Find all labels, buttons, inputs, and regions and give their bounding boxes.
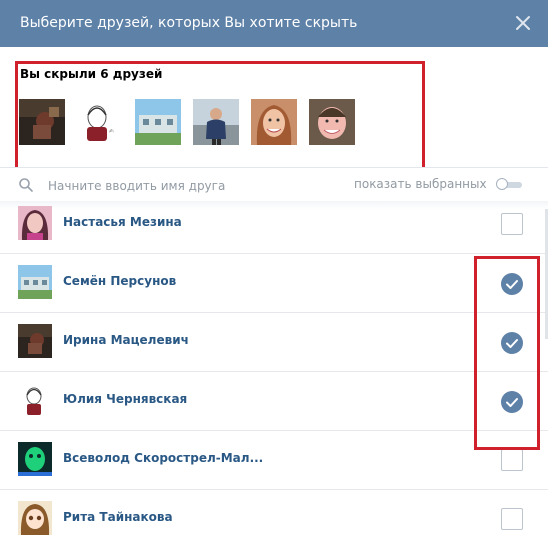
show-selected-toggle[interactable] (496, 178, 524, 191)
modal-header: Выберите друзей, которых Вы хотите скрыт… (0, 0, 548, 47)
friend-name: Ирина Мацелевич (63, 333, 189, 347)
svg-text:✍: ✍ (108, 128, 114, 135)
friend-avatar (18, 501, 52, 535)
friend-checkbox[interactable] (501, 449, 523, 471)
hidden-friends-title: Вы скрыли 6 друзей (20, 67, 163, 81)
friend-avatar (18, 206, 52, 240)
friend-row[interactable]: Ирина Мацелевич (0, 313, 548, 372)
friend-check-icon[interactable] (500, 331, 524, 355)
friend-checkbox[interactable] (501, 213, 523, 235)
friend-row[interactable]: Юлия Чернявская (0, 372, 548, 431)
friend-avatar (18, 383, 52, 417)
show-selected-label: показать выбранных (354, 177, 487, 191)
modal-title: Выберите друзей, которых Вы хотите скрыт… (20, 15, 358, 31)
hidden-friend-avatar[interactable] (19, 99, 65, 145)
search-icon (18, 177, 34, 193)
friend-row[interactable]: Настасья Мезина (0, 195, 548, 254)
friend-check-icon[interactable] (500, 272, 524, 296)
hidden-friend-avatar[interactable] (251, 99, 297, 145)
friend-name: Рита Тайнакова (63, 510, 173, 524)
friend-name: Семён Персунов (63, 274, 177, 288)
hidden-friends-section: Вы скрыли 6 друзей ✍ (0, 47, 548, 167)
friend-avatar (18, 442, 52, 476)
friend-checkbox[interactable] (501, 508, 523, 530)
hidden-friend-avatar[interactable] (309, 99, 355, 145)
friend-check-icon[interactable] (500, 390, 524, 414)
hidden-friend-avatar[interactable] (193, 99, 239, 145)
friend-row[interactable]: Рита Тайнакова (0, 490, 548, 549)
close-icon[interactable] (512, 12, 534, 34)
friend-avatar (18, 265, 52, 299)
friend-name: Всеволод Скорострел-Мал... (63, 451, 264, 465)
friend-avatar (18, 324, 52, 358)
friend-name: Настасья Мезина (63, 215, 182, 229)
friend-row[interactable]: Всеволод Скорострел-Мал... (0, 431, 548, 490)
friend-name: Юлия Чернявская (63, 392, 188, 406)
hidden-friend-avatar[interactable] (135, 99, 181, 145)
hidden-friend-avatar[interactable]: ✍ (75, 99, 121, 145)
friend-row[interactable]: Семён Персунов (0, 254, 548, 313)
toggle-knob (496, 178, 508, 190)
